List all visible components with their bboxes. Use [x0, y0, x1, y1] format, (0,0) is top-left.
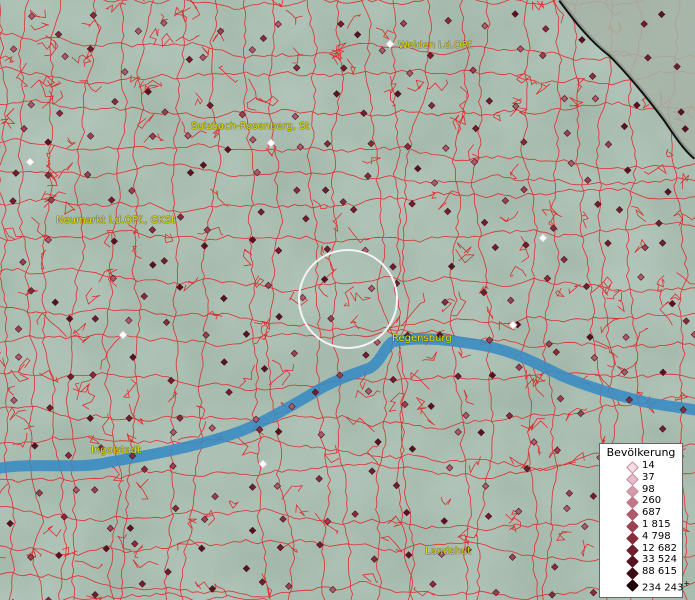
legend-label: 12 682	[642, 542, 677, 554]
legend-row: 98	[600, 483, 682, 498]
label-weiden: Weiden i.d.OPf.	[398, 40, 474, 51]
legend-row: 14	[600, 460, 682, 474]
legend-row: 234 243+	[600, 578, 690, 593]
legend-row: 88 615	[600, 566, 682, 581]
legend-label-suffix: +	[683, 578, 691, 588]
legend-label: 88 615	[642, 566, 677, 578]
legend-label: 33 524	[642, 554, 677, 566]
label-regensburg: Regensburg	[392, 333, 452, 344]
label-neumarkt: Neumarkt i.d.OPf., GKSt	[56, 215, 176, 226]
legend-row: 687	[600, 507, 682, 522]
legend-label: 37	[642, 471, 655, 483]
label-sulzbach-rosenberg: Sulzbach-Rosenberg, St	[191, 121, 310, 132]
legend-label: 14	[642, 460, 655, 471]
legend-label: 234 243+	[642, 578, 691, 594]
label-landshut: Landshut	[425, 546, 472, 557]
map-canvas[interactable]	[0, 0, 695, 600]
legend-title: Bevölkerung	[606, 446, 676, 459]
legend-swatch-icon	[626, 579, 639, 592]
legend-row: 260	[600, 495, 682, 510]
legend-label: 687	[642, 507, 662, 519]
population-legend: Bevölkerung 14 37 98 260 687 1 815 4 798 12 682…	[599, 443, 690, 598]
legend-row: 33 524	[600, 554, 682, 569]
legend-row: 1 815	[600, 518, 682, 533]
legend-label: 1 815	[642, 518, 671, 530]
legend-row: 12 682	[600, 542, 682, 557]
legend-row: 4 798	[600, 530, 682, 545]
legend-rows: 14 37 98 260 687 1 815 4 798 12 682 33 524 88 615…	[600, 460, 690, 593]
legend-label: 4 798	[642, 530, 671, 542]
legend-label: 98	[642, 483, 655, 495]
legend-label: 260	[642, 495, 662, 507]
legend-row: 37	[600, 471, 682, 486]
label-ingolstadt: Ingolstadt	[91, 445, 142, 456]
